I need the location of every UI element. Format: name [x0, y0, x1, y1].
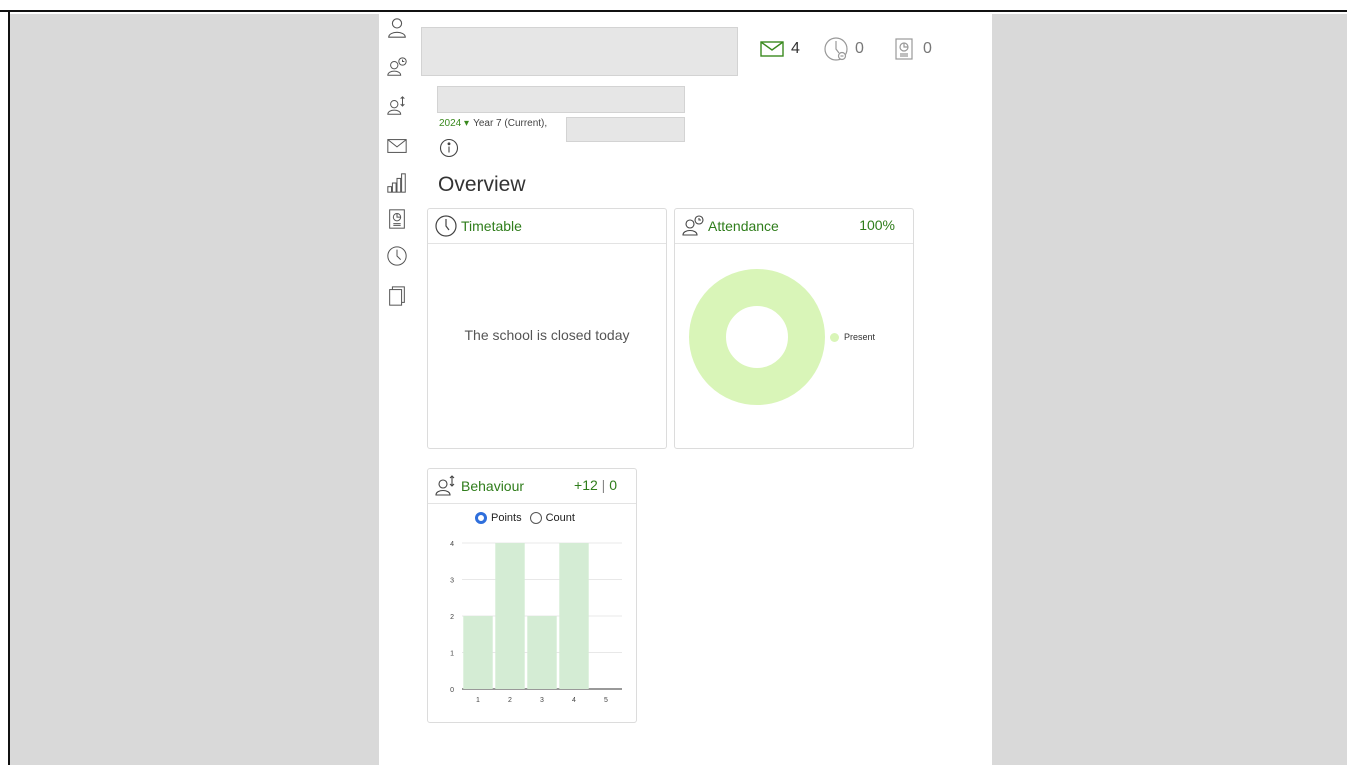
count-radio-label: Count: [545, 512, 575, 524]
behaviour-bar-chart: 0 1 2 3 4 1 2 3 4 5: [450, 541, 622, 704]
x-tick-label: 3: [540, 697, 544, 704]
x-tick-label: 1: [476, 697, 480, 704]
timetable-count: 0: [855, 40, 864, 57]
behaviour-card-header[interactable]: Behaviour +12 | 0: [428, 469, 636, 504]
year-info: Year 7 (Current),: [473, 118, 548, 129]
page-title: Overview: [438, 173, 526, 196]
points-radio[interactable]: Points: [475, 512, 522, 524]
bar-1[interactable]: [463, 616, 493, 689]
points-radio-label: Points: [491, 512, 522, 524]
points-radio-circle[interactable]: [475, 512, 487, 524]
year-selector-line: 2024 ▾ Year 7 (Current),: [439, 118, 547, 129]
behaviour-nav-icon[interactable]: [385, 94, 409, 118]
timetable-card-title: Timetable: [461, 218, 522, 234]
messages-counter[interactable]: 4: [759, 36, 800, 62]
top-border: [0, 0, 1347, 12]
x-tick-label: 5: [604, 697, 608, 704]
redacted-student-name: [421, 27, 738, 76]
behaviour-icon: [435, 475, 455, 496]
timetable-counter[interactable]: 0: [823, 36, 864, 62]
report-icon: [895, 38, 913, 60]
reports-counter[interactable]: 0: [891, 36, 932, 62]
right-margin: [992, 14, 1347, 765]
y-tick-label: 0: [450, 687, 454, 694]
screen: 4 0 0 2024 ▾ Year 7 (Current), Overview …: [0, 0, 1347, 765]
attendance-card: Attendance 100% Present: [674, 208, 914, 449]
attendance-legend: Present: [830, 332, 875, 342]
reports-nav-icon[interactable]: [385, 207, 409, 231]
legend-swatch-present: [830, 332, 839, 342]
y-tick-label: 2: [450, 614, 454, 621]
behaviour-separator: |: [601, 477, 606, 493]
redacted-form-info: [566, 117, 685, 142]
y-tick-label: 1: [450, 651, 454, 658]
donut-slice-present[interactable]: [689, 269, 825, 405]
messages-nav-icon[interactable]: [385, 134, 409, 158]
year-dropdown[interactable]: 2024 ▾: [439, 118, 469, 129]
x-tick-label: 2: [508, 697, 512, 704]
messages-count: 4: [791, 40, 800, 57]
bar-4[interactable]: [559, 543, 589, 689]
attendance-donut-chart: [689, 269, 825, 405]
clock-icon: [824, 37, 848, 61]
year-value: 2024: [439, 118, 462, 129]
clock-icon: [435, 215, 457, 237]
timetable-nav-icon[interactable]: [385, 244, 409, 268]
y-tick-label: 4: [450, 541, 454, 548]
legend-label-present: Present: [844, 332, 876, 342]
left-margin: [10, 14, 379, 765]
assessment-nav-icon[interactable]: [385, 171, 409, 195]
timetable-card-header[interactable]: Timetable: [428, 209, 666, 244]
behaviour-negative: 0: [609, 477, 617, 493]
timetable-empty-message: The school is closed today: [464, 327, 630, 343]
behaviour-positive: +12: [574, 477, 598, 493]
attendance-card-title: Attendance: [708, 218, 779, 234]
dropdown-caret-icon: ▾: [464, 118, 470, 129]
count-radio-circle[interactable]: [529, 512, 542, 524]
reports-count: 0: [923, 40, 932, 57]
bar-2[interactable]: [495, 543, 525, 689]
profile-icon[interactable]: [385, 16, 409, 40]
behaviour-card: Behaviour +12 | 0 Points Count 0 1 2 3 4 1 2 3 4…: [427, 468, 637, 723]
redacted-student-details: [437, 86, 685, 113]
attendance-card-header[interactable]: Attendance 100%: [675, 209, 913, 244]
behaviour-score: +12 | 0: [574, 477, 617, 493]
documents-nav-icon[interactable]: [385, 284, 409, 308]
info-icon[interactable]: [439, 138, 459, 158]
x-tick-label: 4: [572, 697, 576, 704]
main-page: 4 0 0 2024 ▾ Year 7 (Current), Overview …: [379, 14, 992, 765]
attendance-nav-icon[interactable]: [385, 55, 409, 79]
timetable-card: Timetable The school is closed today: [427, 208, 667, 449]
attendance-icon: [682, 215, 704, 236]
chart-mode-toggle: Points Count: [475, 512, 575, 524]
attendance-percentage: 100%: [859, 217, 895, 233]
envelope-icon: [760, 41, 784, 57]
bar-3[interactable]: [527, 616, 557, 689]
behaviour-card-title: Behaviour: [461, 478, 525, 494]
y-tick-label: 3: [450, 578, 454, 585]
count-radio[interactable]: Count: [529, 512, 575, 524]
